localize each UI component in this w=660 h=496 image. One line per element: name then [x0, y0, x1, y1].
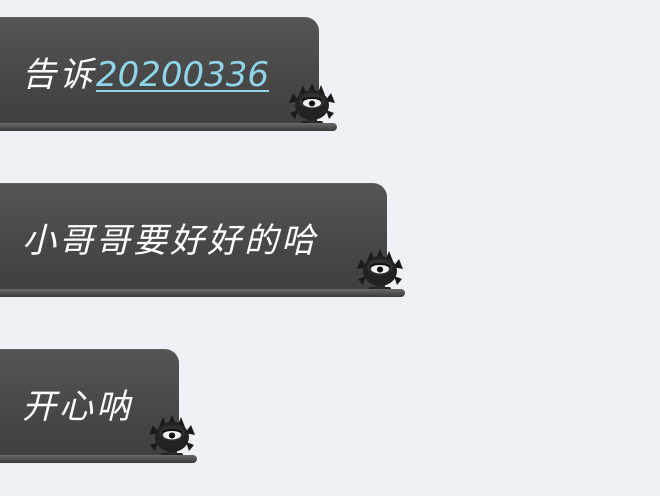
- user-mention-link[interactable]: 20200336: [96, 55, 269, 95]
- message-text: 开心呐: [22, 386, 133, 427]
- bubble-shelf: [0, 289, 405, 297]
- message-bubble[interactable]: 小哥哥要好好的哈: [0, 183, 405, 297]
- message-bubble[interactable]: 告诉20200336: [0, 17, 337, 131]
- message-text: 小哥哥要好好的哈: [22, 220, 318, 261]
- message-text: 告诉20200336: [22, 47, 269, 96]
- bubble-shelf: [0, 123, 337, 131]
- message-bubble[interactable]: 开心呐: [0, 349, 197, 463]
- chat-area: 告诉20200336 小哥哥要好好的哈 开心呐: [0, 0, 660, 496]
- bubble-shelf: [0, 455, 197, 463]
- message-prefix: 告诉: [22, 54, 96, 95]
